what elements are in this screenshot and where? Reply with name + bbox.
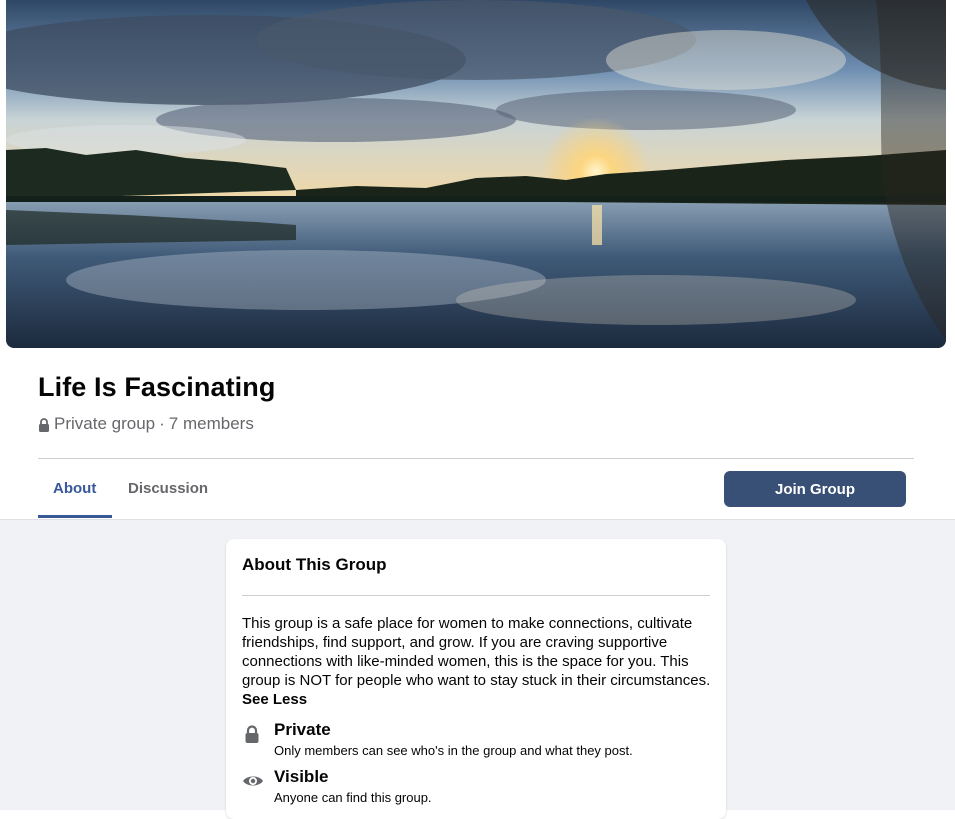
about-card-divider (242, 595, 710, 596)
about-card: About This Group This group is a safe pl… (226, 539, 726, 819)
group-meta: Private group · 7 members (38, 414, 254, 434)
visibility-detail: Anyone can find this group. (274, 790, 432, 805)
header-divider (38, 458, 914, 459)
about-card-title: About This Group (242, 555, 387, 574)
group-header: Life Is Fascinating Private group · 7 me… (0, 0, 955, 520)
group-title: Life Is Fascinating (38, 372, 276, 402)
description-text: This group is a safe place for women to … (242, 615, 711, 689)
meta-separator: · (159, 414, 165, 433)
privacy-label[interactable]: Private group (54, 414, 155, 434)
lock-icon (242, 724, 262, 744)
visibility-title: Visible (274, 767, 329, 786)
privacy-detail: Only members can see who's in the group … (274, 743, 633, 758)
see-less-link[interactable]: See Less (242, 690, 714, 709)
group-description: This group is a safe place for women to … (242, 614, 714, 709)
tab-discussion[interactable]: Discussion (113, 470, 215, 518)
tab-about[interactable]: About (38, 470, 112, 518)
cover-photo (6, 0, 946, 348)
join-group-button[interactable]: Join Group (724, 471, 906, 507)
eye-icon (242, 771, 263, 791)
active-tab-indicator (38, 515, 112, 518)
privacy-title: Private (274, 720, 331, 739)
lock-icon (38, 417, 50, 432)
member-count[interactable]: 7 members (169, 414, 254, 434)
